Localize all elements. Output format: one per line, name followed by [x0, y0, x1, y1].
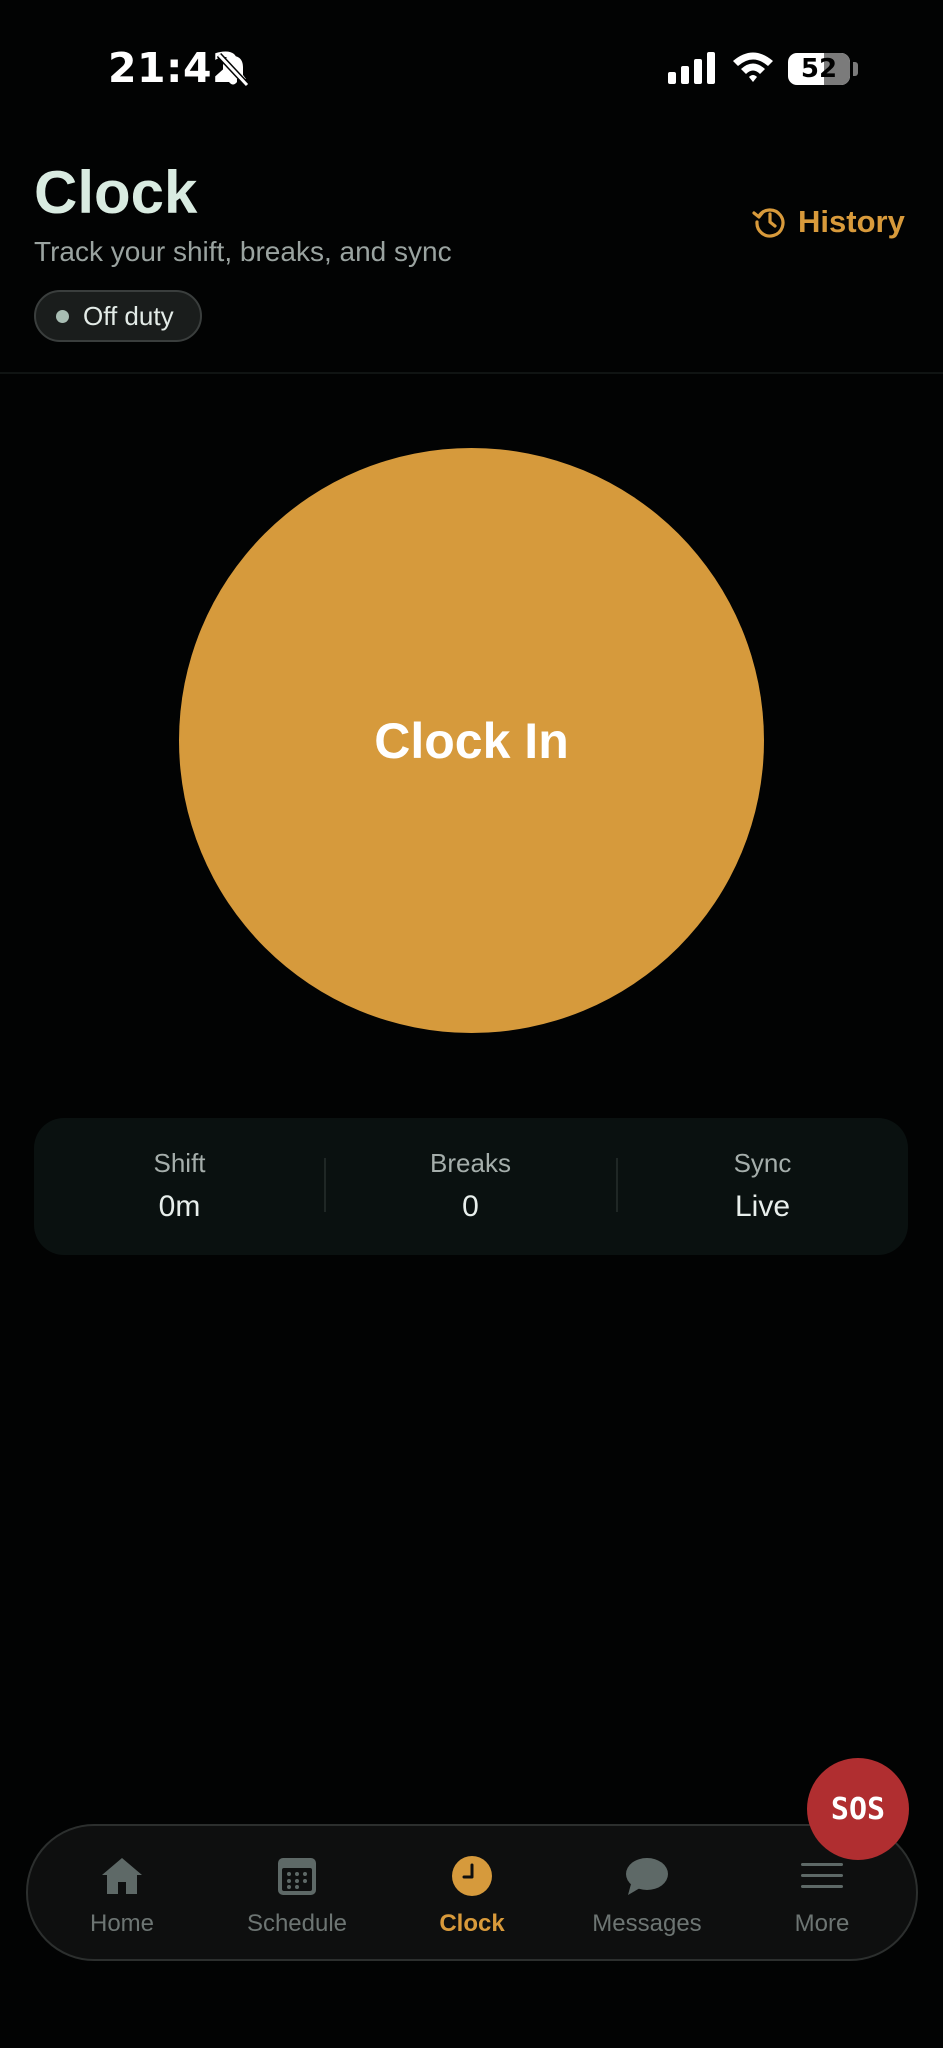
shift-stats-card: Shift 0m Breaks 0 Sync Live — [34, 1118, 908, 1255]
cellular-signal-icon — [668, 52, 715, 84]
page-header: Clock Track your shift, breaks, and sync… — [0, 120, 943, 374]
stat-value: 0m — [158, 1190, 201, 1223]
stat-label: Shift — [153, 1148, 206, 1178]
bottom-nav: Home Schedule Clock Messages More — [26, 1824, 918, 1961]
stat-value: Live — [734, 1190, 791, 1223]
duty-status-label: Off duty — [83, 300, 174, 331]
battery-indicator: 52 — [788, 53, 850, 85]
nav-label: Clock — [439, 1910, 505, 1937]
nav-label: Home — [89, 1910, 155, 1937]
nav-item-clock[interactable]: Clock — [387, 1826, 557, 1959]
page-title: Clock — [34, 159, 198, 226]
stat-shift: Shift 0m — [34, 1118, 325, 1255]
stat-sync: Sync Live — [617, 1118, 908, 1255]
bell-muted-icon — [216, 52, 250, 88]
page-subtitle: Track your shift, breaks, and sync — [34, 236, 452, 267]
menu-icon — [801, 1863, 843, 1888]
calendar-icon — [278, 1858, 316, 1895]
battery-tip — [853, 62, 858, 76]
nav-label: Messages — [592, 1910, 702, 1937]
nav-item-messages[interactable]: Messages — [562, 1826, 732, 1959]
stat-label: Breaks — [430, 1148, 511, 1178]
nav-item-home[interactable]: Home — [37, 1826, 207, 1959]
nav-item-schedule[interactable]: Schedule — [212, 1826, 382, 1959]
nav-label: Schedule — [246, 1910, 348, 1937]
clock-screen: 21:42 52 Clock Track your shift, breaks,… — [0, 0, 943, 2048]
status-dot — [56, 309, 69, 323]
stat-label: Sync — [733, 1148, 792, 1178]
history-icon — [752, 208, 785, 238]
history-button[interactable]: History — [752, 204, 905, 240]
duty-status-badge: Off duty — [34, 290, 202, 342]
stat-breaks: Breaks 0 — [325, 1118, 616, 1255]
history-label: History — [798, 204, 905, 239]
sos-label: SOS — [830, 1791, 886, 1827]
battery-level: 52 — [800, 54, 838, 84]
clock-in-button[interactable]: Clock In — [179, 448, 764, 1033]
chat-bubble-icon — [626, 1858, 668, 1895]
clock-icon — [452, 1856, 492, 1896]
stat-value: 0 — [462, 1190, 479, 1223]
wifi-icon — [733, 52, 773, 82]
home-icon — [102, 1858, 142, 1894]
nav-label: More — [794, 1910, 850, 1937]
sos-button[interactable]: SOS — [807, 1758, 909, 1860]
clock-in-label: Clock In — [374, 712, 569, 769]
